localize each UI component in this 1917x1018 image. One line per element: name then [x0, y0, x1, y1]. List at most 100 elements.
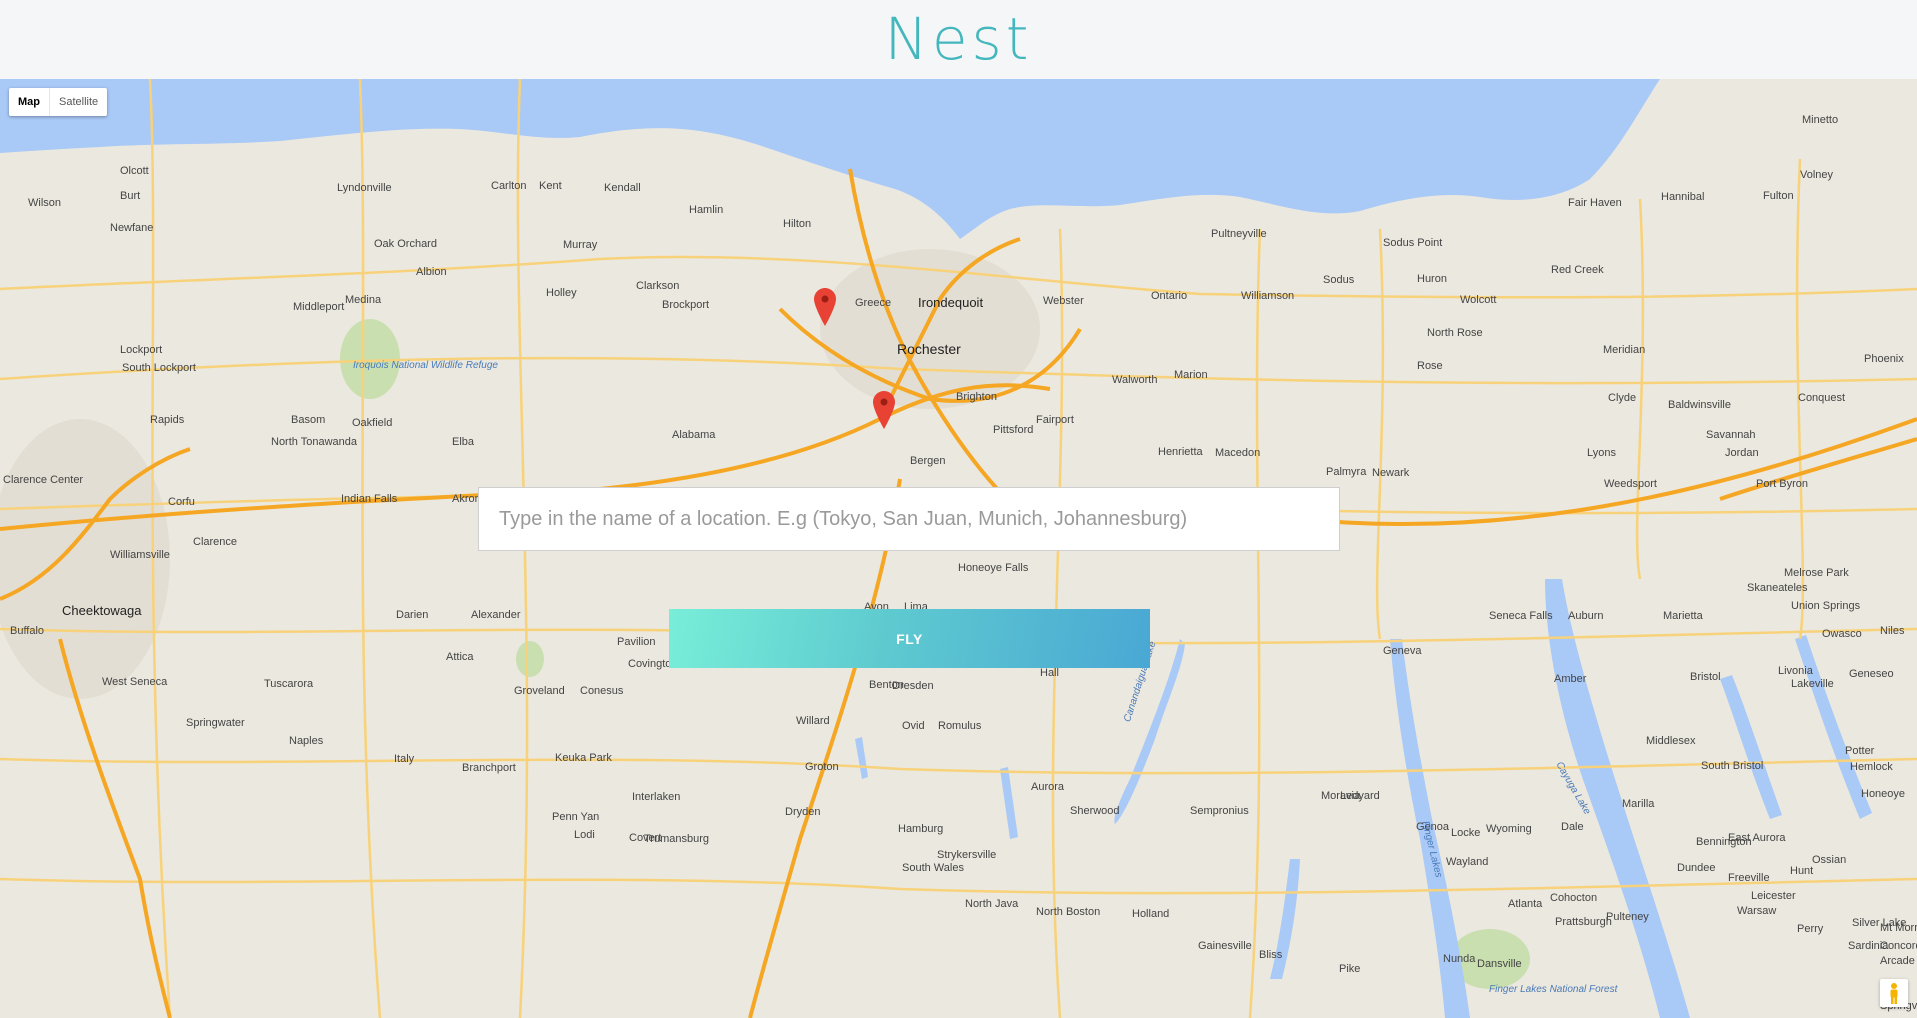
map-label-city: Fulton [1763, 190, 1794, 202]
map-label-city: Ossian [1812, 854, 1847, 866]
map-label-city: Union Springs [1791, 600, 1861, 612]
map-label-city: Pulteney [1606, 911, 1649, 923]
map-marker[interactable] [873, 391, 895, 431]
map-label-city: Aurora [1031, 781, 1065, 793]
map-label-city: Brighton [956, 391, 997, 403]
conesus-lake [855, 737, 868, 779]
map-label-city: Darien [396, 609, 429, 621]
map-label-rochester: Rochester [897, 341, 961, 357]
map-label-city: Marilla [1622, 798, 1655, 810]
lake-ontario [0, 79, 1917, 239]
map-label-city: Tuscarora [264, 678, 314, 690]
map-label-city: Bliss [1259, 949, 1283, 961]
map-label-city: Basom [291, 414, 326, 426]
map-label-city: Locke [1451, 827, 1481, 839]
map-label-city: Kendall [604, 182, 641, 194]
map-label-city: Oakfield [352, 417, 393, 429]
map-label-city: Amber [1554, 673, 1587, 685]
map-label-city: Pavilion [617, 636, 656, 648]
map-label-city: Savannah [1706, 429, 1756, 441]
map-label-city: Huron [1417, 273, 1447, 285]
fly-button[interactable]: FLY [669, 609, 1150, 668]
map-label-city: Holley [546, 287, 577, 299]
map-label-cheektowaga: Cheektowaga [62, 603, 142, 618]
map-type-map-button[interactable]: Map [9, 88, 50, 116]
map-label-city: Lakeville [1791, 678, 1834, 690]
map-label-city: Buffalo [10, 625, 45, 637]
map-label-city: Corfu [168, 496, 195, 508]
map-label-city: Clarence Center [3, 474, 84, 486]
map-label-city: Lyons [1587, 447, 1616, 459]
map-label-city: Prattsburgh [1555, 916, 1612, 928]
app-title: Nest [884, 4, 1033, 73]
map-label-irondequoit: Irondequoit [918, 295, 984, 310]
map-label-city: Honeoye Falls [958, 562, 1029, 574]
map-label-city: Hemlock [1850, 761, 1893, 773]
map-label-city: Leicester [1751, 890, 1796, 902]
map-label-city: Owasco [1822, 628, 1862, 640]
map-label-city: Akron [452, 493, 481, 505]
map-label-city: Wyoming [1486, 823, 1532, 835]
app-header: Nest [0, 0, 1917, 79]
map-label-city: Brockport [662, 299, 710, 311]
map-label-city: Newark [1372, 467, 1410, 479]
map-label-city: Phoenix [1864, 353, 1904, 365]
map-label-city: Geneseo [1849, 668, 1894, 680]
map-label-city: Dresden [892, 680, 934, 692]
map-label-city: Dundee [1677, 862, 1716, 874]
map-label-city: Romulus [938, 720, 982, 732]
map-label-city: Middlesex [1646, 735, 1696, 747]
map-label-city: Warsaw [1737, 905, 1777, 917]
map-label-city: Hunt [1790, 865, 1814, 877]
map-label-city: Honeoye [1861, 788, 1906, 800]
map-label-city: Potter [1845, 745, 1875, 757]
map-label-city: Keuka Park [555, 752, 612, 764]
map-label-city: East Aurora [1728, 832, 1786, 844]
map-label-city: Conquest [1798, 392, 1846, 404]
map-label-city: Bristol [1690, 671, 1721, 683]
map-label-city: South Lockport [122, 362, 196, 374]
map-label-city: Elba [452, 436, 475, 448]
map-label-city: Dansville [1477, 958, 1522, 970]
map-label-city: Meridian [1603, 344, 1646, 356]
map-label-city: Albion [416, 266, 447, 278]
map-label-city: Port Byron [1756, 478, 1808, 490]
map-label-city: Olcott [120, 165, 149, 177]
map-marker[interactable] [814, 288, 836, 328]
map-label-city: Marietta [1663, 610, 1703, 622]
map-label-city: Henrietta [1158, 446, 1203, 458]
map-label-city: Walworth [1112, 374, 1158, 386]
map-label-city: Macedon [1215, 447, 1261, 459]
map-label-city: Groveland [514, 685, 565, 697]
map-label-city: North Java [965, 898, 1019, 910]
map-label-city: Hall [1040, 667, 1059, 679]
map-label-city: Gainesville [1198, 940, 1252, 952]
map-label-water: Finger Lakes National Forest [1489, 984, 1618, 995]
map-label-city: Williamsville [110, 549, 170, 561]
map-type-satellite-button[interactable]: Satellite [50, 88, 107, 116]
map-label-city: Volney [1800, 169, 1834, 181]
map-label-city: West Seneca [102, 676, 168, 688]
map-label-city: Cohocton [1550, 892, 1598, 904]
map-label-city: Murray [563, 239, 598, 251]
map-label-city: Conesus [580, 685, 624, 697]
map-label-city: Italy [394, 753, 415, 765]
map-label-city: Sodus [1323, 274, 1355, 286]
map-label-city: Dale [1561, 821, 1584, 833]
location-search-input[interactable] [479, 488, 1339, 550]
map-label-city: Weedsport [1604, 478, 1657, 490]
street-view-pegman[interactable] [1880, 979, 1908, 1007]
map-label-city: Sherwood [1070, 805, 1120, 817]
map-label-city: Baldwinsville [1668, 399, 1731, 411]
map-label-city: Livonia [1778, 665, 1813, 677]
map-label-city: Mt Morris [1880, 922, 1917, 934]
map-type-control: Map Satellite [9, 88, 108, 116]
map-label-city: Wolcott [1460, 294, 1497, 306]
map-label-city: Minetto [1802, 114, 1839, 126]
map-label-city: Skaneateles [1747, 582, 1808, 594]
map-label-city: Carlton [491, 180, 527, 192]
map-label-city: Springwater [186, 717, 245, 729]
map-label-city: Strykersville [937, 849, 997, 861]
map-label-city: Hamburg [898, 823, 944, 835]
map-label-city: Lockport [120, 344, 163, 356]
